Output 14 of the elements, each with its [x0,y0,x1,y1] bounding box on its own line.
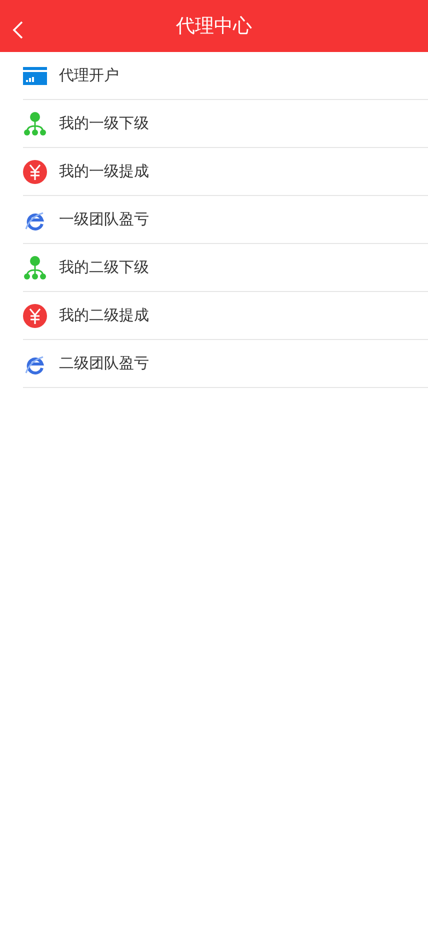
card-icon [23,66,47,84]
menu-item[interactable]: 我的二级提成 [23,292,428,340]
back-icon [12,20,24,40]
menu-item[interactable]: 二级团队盈亏 [23,340,428,388]
yuan-icon [23,160,47,184]
hierarchy-icon [23,256,47,280]
menu-item[interactable]: 我的一级下级 [23,100,428,148]
page-title: 代理中心 [176,14,252,39]
menu-item[interactable]: 一级团队盈亏 [23,196,428,244]
hierarchy-icon [23,112,47,136]
menu-item[interactable]: 代理开户 [23,52,428,100]
menu-item[interactable]: 我的一级提成 [23,148,428,196]
menu-item[interactable]: 我的二级下级 [23,244,428,292]
yuan-icon [23,304,47,328]
